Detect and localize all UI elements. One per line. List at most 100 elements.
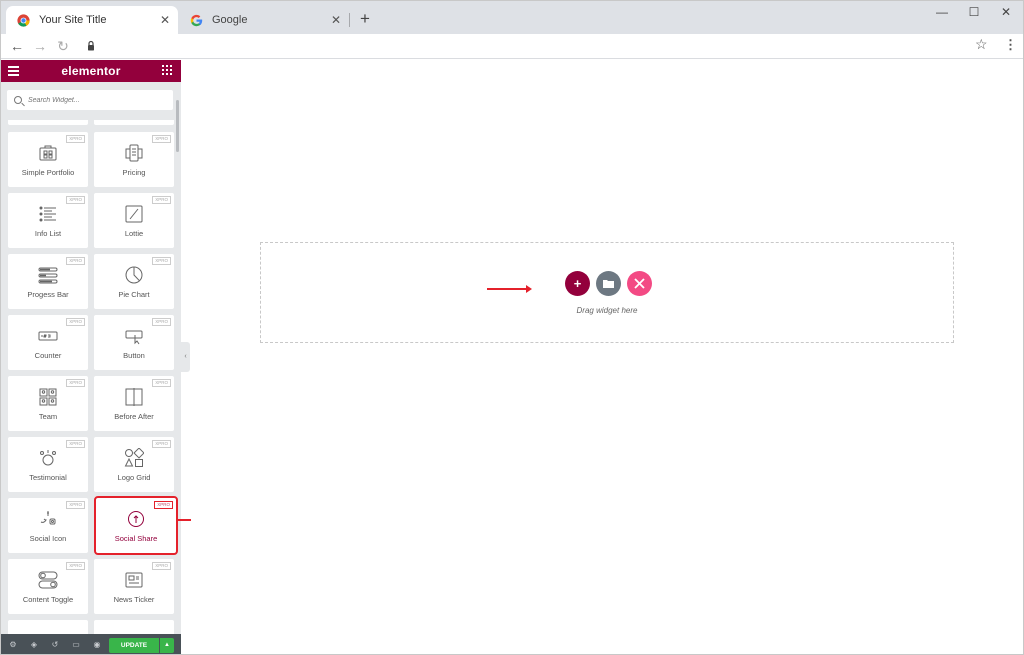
forward-button[interactable]: → [31,37,49,55]
content-toggle-icon [38,571,58,589]
widget-content-toggle[interactable]: XPRO Content Toggle [8,559,88,614]
browser-menu-icon[interactable]: ⋮ [1004,37,1017,53]
widget-label: Lottie [124,229,144,238]
drag-widget-hint: Drag widget here [576,306,638,315]
widget-label: Pie Chart [118,290,150,299]
widget-social-icon[interactable]: XPRO Social Icon [8,498,88,553]
xpro-badge: XPRO [152,379,171,387]
xpro-badge: XPRO [152,562,171,570]
google-icon [190,14,203,26]
elementor-panel: elementor XPRO Simple Portfolio [1,60,181,654]
widget-label: Content Toggle [22,595,74,604]
folder-icon [603,280,614,288]
widget-label: Social Icon [29,534,67,543]
annotation-arrow-icon [487,285,532,293]
xpro-badge: XPRO [152,135,171,143]
team-icon [39,388,57,406]
xpro-badge: XPRO [66,562,85,570]
xpro-badge: XPRO [66,440,85,448]
counter-icon [38,331,58,341]
widget-label: Testimonial [29,473,67,482]
search-input[interactable] [28,96,168,104]
tab-title: Your Site Title [39,14,107,26]
xpro-badge: XPRO [66,135,85,143]
widget-partial[interactable] [8,120,88,125]
search-icon [14,96,22,104]
xpro-badge: XPRO [154,501,173,509]
maximize-button[interactable]: ☐ [964,5,984,19]
xpro-badge: XPRO [152,440,171,448]
drop-zone[interactable]: + Drag widget here [260,242,954,343]
portfolio-icon [39,145,57,161]
responsive-mode-icon[interactable]: ▭ [71,640,81,650]
minimize-button[interactable]: — [932,5,952,19]
navigator-layers-icon[interactable]: ◈ [29,640,39,650]
widget-pie-chart[interactable]: XPRO Pie Chart [94,254,174,309]
chrome-icon [17,13,30,27]
tab-your-site-title[interactable]: Your Site Title ✕ [6,6,178,34]
add-section-button[interactable]: + [565,271,590,296]
elementor-logo: elementor [61,64,121,78]
widget-testimonial[interactable]: XPRO Testimonial [8,437,88,492]
tab-close-icon[interactable]: ✕ [158,13,172,27]
widget-label: Social Share [114,534,158,543]
widget-partial[interactable] [94,120,174,125]
xpro-badge: XPRO [66,379,85,387]
widget-lottie[interactable]: XPRO Lottie [94,193,174,248]
collapse-panel-toggle[interactable]: ‹ [181,342,190,372]
widget-pricing[interactable]: XPRO Pricing [94,132,174,187]
widget-progress-bar[interactable]: XPRO Progess Bar [8,254,88,309]
widget-label: Simple Portfolio [21,168,75,177]
browser-toolbar: ← → ↻ ☆ ⋮ [1,34,1023,59]
widget-news-ticker[interactable]: XPRO News Ticker [94,559,174,614]
settings-gear-icon[interactable]: ⚙ [8,640,18,650]
widget-label: Team [38,412,58,421]
widget-button[interactable]: XPRO Button [94,315,174,370]
lottie-icon [125,205,143,223]
social-icon-icon [40,511,56,525]
widget-label: News Ticker [113,595,155,604]
back-button[interactable]: ← [8,37,26,55]
widget-simple-portfolio[interactable]: XPRO Simple Portfolio [8,132,88,187]
widget-label: Progess Bar [27,290,69,299]
widget-label: Counter [34,351,62,360]
pie-chart-icon [125,266,143,284]
xpro-badge: XPRO [66,257,85,265]
widgets-grid-icon[interactable] [162,65,172,75]
logo-grid-icon [124,448,144,467]
tab-strip: Your Site Title ✕ Google ✕ + — ☐ ✕ [1,1,1023,34]
search-widget-field[interactable] [7,90,173,110]
add-template-button[interactable] [596,271,621,296]
tab-close-icon[interactable]: ✕ [329,13,343,27]
widget-social-share[interactable]: XPRO Social Share [94,496,178,555]
tab-separator [349,13,350,27]
new-tab-button[interactable]: + [356,10,374,28]
widget-label: Before After [114,412,154,421]
tab-google[interactable]: Google ✕ [179,6,349,34]
panel-footer: ⚙ ◈ ↺ ▭ ◉ UPDATE ▲ [1,634,181,654]
xpro-badge: XPRO [66,501,85,509]
testimonial-icon [40,450,56,466]
bookmark-star-icon[interactable]: ☆ [975,36,988,53]
widget-logo-grid[interactable]: XPRO Logo Grid [94,437,174,492]
reload-button[interactable]: ↻ [54,37,72,55]
widget-team[interactable]: XPRO Team [8,376,88,431]
widget-grid: XPRO Simple Portfolio XPRO Pricing XPRO [1,120,181,636]
update-options-caret-icon[interactable]: ▲ [160,638,174,653]
pricing-icon [125,144,143,162]
close-window-button[interactable]: ✕ [996,5,1016,19]
social-share-icon [128,511,144,527]
widget-before-after[interactable]: XPRO Before After [94,376,174,431]
news-ticker-icon [125,572,143,588]
preview-eye-icon[interactable]: ◉ [92,640,102,650]
history-icon[interactable]: ↺ [50,640,60,650]
widget-info-list[interactable]: XPRO Info List [8,193,88,248]
xpro-logo-icon [634,278,645,289]
panel-header: elementor [1,60,181,82]
xpro-kit-button[interactable] [627,271,652,296]
widget-counter[interactable]: XPRO Counter [8,315,88,370]
xpro-badge: XPRO [152,318,171,326]
before-after-icon [125,388,143,406]
info-list-icon [39,206,56,222]
update-button[interactable]: UPDATE [109,638,159,653]
